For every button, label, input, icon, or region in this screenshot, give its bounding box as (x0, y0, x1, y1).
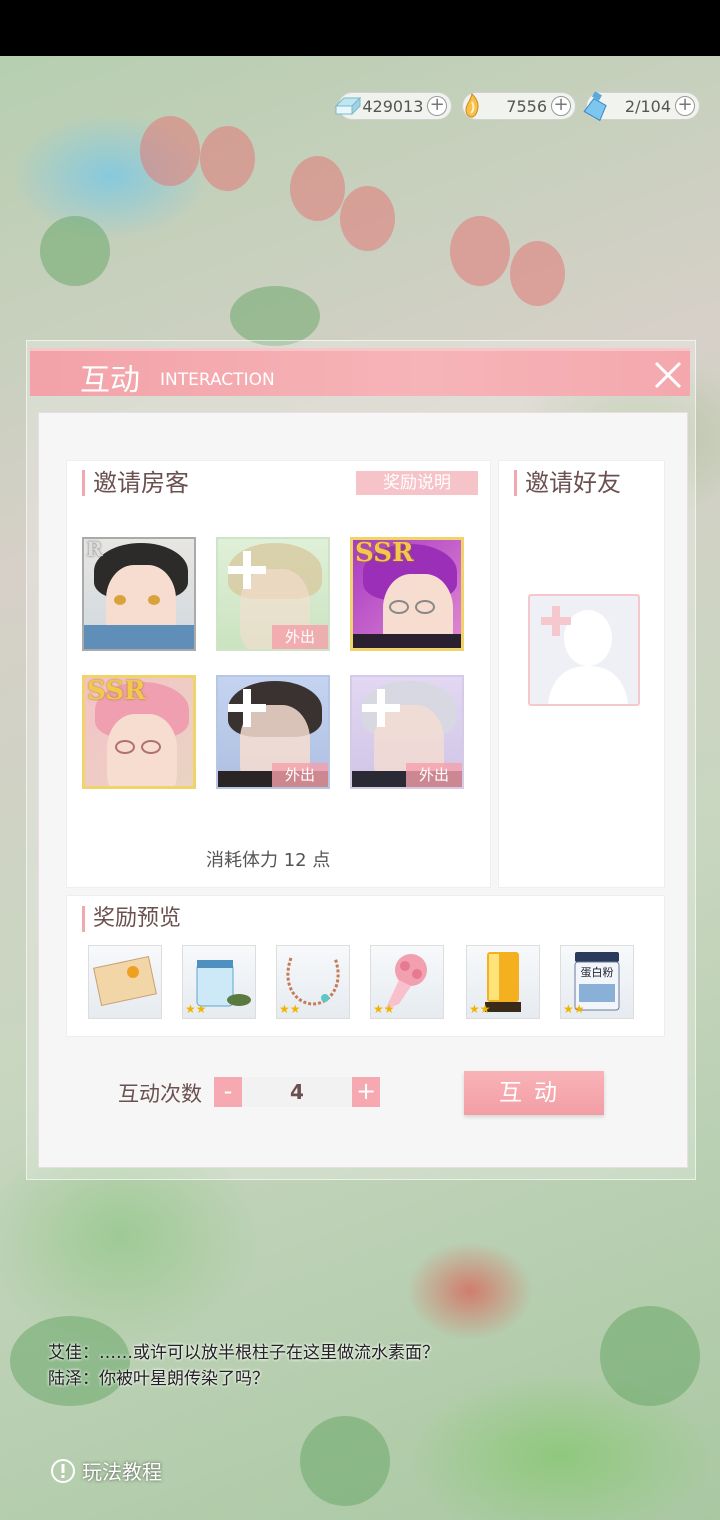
reward-item-vip-jar[interactable]: ★★ (182, 945, 256, 1019)
interaction-count-value[interactable]: 4 (242, 1077, 352, 1107)
invite-friends-title: 邀请好友 (514, 470, 621, 496)
reward-info-button[interactable]: 奖励说明 (356, 471, 478, 495)
dialog-title: 互动 (80, 363, 140, 398)
reward-item-spring-card[interactable] (88, 945, 162, 1019)
guest-card-2[interactable]: 外出 (216, 537, 330, 651)
rarity-badge: SSR (87, 676, 146, 706)
reward-item-protein-powder[interactable]: 蛋白粉 ★★ (560, 945, 634, 1019)
close-button[interactable] (650, 357, 686, 393)
guest-card-5[interactable]: 外出 (216, 675, 330, 789)
increase-count-button[interactable]: + (352, 1077, 380, 1107)
diamond-count: 429013 (362, 96, 424, 116)
close-icon (654, 361, 682, 389)
currency-stamina: 2/104 + (583, 91, 700, 121)
out-tag: 外出 (272, 763, 328, 787)
guest-card-6[interactable]: 外出 (350, 675, 464, 789)
add-diamonds-button[interactable]: + (427, 96, 447, 116)
spring-card-icon (93, 956, 157, 1006)
guest-card-3[interactable]: SSR (350, 537, 464, 651)
stamina-count: 2/104 (624, 96, 671, 116)
invite-guests-section (66, 460, 491, 888)
currency-coins: 7556 + (462, 92, 576, 120)
plus-icon (228, 689, 266, 727)
rarity-badge: SSR (355, 538, 414, 568)
tutorial-label: 玩法教程 (82, 1460, 162, 1484)
reward-item-necklace[interactable]: ★★ (276, 945, 350, 1019)
status-bar (0, 0, 720, 56)
dialog-subtitle: INTERACTION (160, 370, 275, 390)
currency-diamonds: 429013 + (334, 92, 452, 120)
tutorial-button[interactable]: 玩法教程 (50, 1456, 162, 1485)
add-stamina-button[interactable]: + (675, 96, 695, 116)
reward-item-lamp[interactable]: ★★ (466, 945, 540, 1019)
out-tag: 外出 (272, 625, 328, 649)
stamina-potion-icon (581, 91, 611, 121)
avatar-placeholder-icon (541, 606, 628, 704)
reward-item-bouquet[interactable]: ★★ (370, 945, 444, 1019)
interact-button[interactable]: 互动 (464, 1071, 604, 1115)
guest-card-4[interactable]: SSR (82, 675, 196, 789)
out-tag: 外出 (406, 763, 462, 787)
guest-card-1[interactable]: R (82, 537, 196, 651)
decrease-count-button[interactable]: - (214, 1077, 242, 1107)
protein-powder-label: 蛋白粉 (581, 965, 614, 979)
coin-icon (457, 91, 487, 121)
interaction-count-label: 互动次数 (118, 1082, 202, 1106)
dialogue-line-1: 艾佳：……或许可以放半根柱子在这里做流水素面？ (48, 1343, 439, 1363)
coin-count: 7556 (506, 96, 547, 116)
dialogue-line-2: 陆泽：你被叶星朗传染了吗？ (48, 1369, 269, 1389)
invite-guests-title: 邀请房客 (82, 470, 189, 496)
reward-preview-title: 奖励预览 (82, 906, 181, 932)
plus-icon (362, 689, 400, 727)
info-icon (51, 1458, 75, 1483)
dialog-title-bar: 互动 INTERACTION (30, 348, 690, 398)
stamina-cost-text: 消耗体力 12 点 (206, 850, 331, 871)
plus-icon (228, 551, 266, 589)
add-coins-button[interactable]: + (551, 96, 571, 116)
diamond-icon (333, 91, 362, 121)
add-friend-slot[interactable] (528, 594, 640, 706)
rarity-badge: R (86, 537, 103, 561)
